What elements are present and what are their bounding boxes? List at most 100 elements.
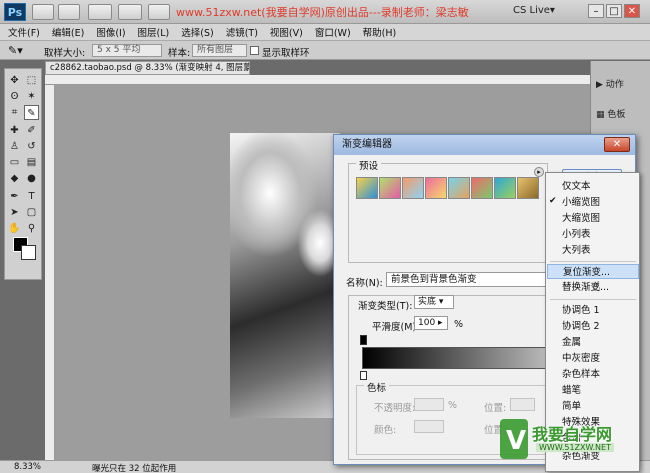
document-tab[interactable]: c28862.taobao.psd @ 8.33% (渐变映射 4, 图层蒙版/… <box>45 61 250 75</box>
title-bar: Ps www.51zxw.net(我要自学网)原创出品---录制老师：梁志敏 C… <box>0 0 650 24</box>
view-extras-button[interactable] <box>88 4 112 20</box>
menu-item-noise-samples[interactable]: 杂色样本 <box>547 367 639 382</box>
show-ring-checkbox[interactable] <box>250 46 259 55</box>
menu-item-reset-gradients[interactable]: 复位渐变... <box>547 264 639 279</box>
menu-select[interactable]: 选择(S) <box>181 25 213 39</box>
actions-panel-button[interactable]: ▶ 动作 <box>596 76 648 94</box>
menu-item-color-harmonies-1[interactable]: 协调色 1 <box>547 303 639 318</box>
move-tool-icon[interactable]: ✥ <box>7 73 22 88</box>
crop-tool-icon[interactable]: ⌗ <box>7 105 22 120</box>
watermark-text: www.51zxw.net(我要自学网)原创出品---录制老师：梁志敏 <box>176 6 469 19</box>
gradient-type-select[interactable]: 实底 ▾ <box>414 295 454 309</box>
stop-color-swatch[interactable] <box>414 420 444 433</box>
menu-bar: 文件(F) 编辑(E) 图像(I) 图层(L) 选择(S) 滤镜(T) 视图(V… <box>0 24 650 41</box>
preset-swatch[interactable] <box>517 177 539 199</box>
menu-item-small-list[interactable]: 小列表 <box>547 227 639 242</box>
horizontal-ruler <box>45 75 590 85</box>
hand-tool-icon[interactable]: ✋ <box>7 221 22 236</box>
logo-url: WWW.51ZXW.NET <box>536 443 614 452</box>
lasso-tool-icon[interactable]: ʘ <box>7 89 22 104</box>
eyedropper-tool-icon[interactable]: ✎ <box>24 105 39 120</box>
tools-panel: ✥ ⬚ ʘ ✶ ⌗ ✎ ✚ ✐ ♙ ↺ ▭ ▤ ◆ ● ✒ T ➤ ▢ ✋ ⚲ <box>4 68 42 280</box>
menu-view[interactable]: 视图(V) <box>270 25 303 39</box>
menu-file[interactable]: 文件(F) <box>8 25 40 39</box>
photoshop-logo: Ps <box>4 3 26 21</box>
history-brush-icon[interactable]: ↺ <box>24 139 39 154</box>
logo-text: 我要自学网 <box>532 425 613 444</box>
preset-swatch[interactable] <box>379 177 401 199</box>
opacity-stop-left[interactable] <box>360 335 367 345</box>
menu-item-large-thumbnail[interactable]: 大缩览图 <box>547 211 639 226</box>
stop-location-input[interactable] <box>510 398 535 411</box>
bridge-button[interactable] <box>32 4 54 20</box>
preset-swatch[interactable] <box>448 177 470 199</box>
blur-tool-icon[interactable]: ◆ <box>7 171 22 186</box>
show-ring-label: 显示取样环 <box>262 48 310 59</box>
menu-layer[interactable]: 图层(L) <box>138 25 170 39</box>
healing-brush-icon[interactable]: ✚ <box>7 123 22 138</box>
menu-item-color-harmonies-2[interactable]: 协调色 2 <box>547 319 639 334</box>
dialog-close-button[interactable]: ✕ <box>604 137 630 152</box>
sample-label: 样本: <box>168 48 191 59</box>
menu-item-text-only[interactable]: 仅文本 <box>547 179 639 194</box>
menu-item-neutral-density[interactable]: 中灰密度 <box>547 351 639 366</box>
preset-swatch[interactable] <box>425 177 447 199</box>
zoom-readout[interactable]: 8.33% <box>14 462 41 472</box>
presets-menu-arrow-icon[interactable]: ▸ <box>534 167 544 177</box>
brush-tool-icon[interactable]: ✐ <box>24 123 39 138</box>
menu-edit[interactable]: 编辑(E) <box>52 25 84 39</box>
eraser-tool-icon[interactable]: ▭ <box>7 155 22 170</box>
background-color-swatch[interactable] <box>21 245 36 260</box>
preset-swatch[interactable] <box>356 177 378 199</box>
menu-filter[interactable]: 滤镜(T) <box>226 25 258 39</box>
status-text: 曝光只在 32 位起作用 <box>92 464 177 473</box>
menu-window[interactable]: 窗口(W) <box>315 25 351 39</box>
sample-size-select[interactable]: 5 x 5 平均 <box>92 44 162 57</box>
sample-select[interactable]: 所有图层 <box>192 44 247 57</box>
menu-item-large-list[interactable]: 大列表 <box>547 243 639 258</box>
sample-size-label: 取样大小: <box>44 48 86 59</box>
stop-opacity-input[interactable] <box>414 398 444 411</box>
maximize-button[interactable]: □ <box>606 4 622 18</box>
marquee-tool-icon[interactable]: ⬚ <box>24 73 39 88</box>
minimize-button[interactable]: – <box>588 4 604 18</box>
minibridge-button[interactable] <box>58 4 80 20</box>
checkmark-icon: ✔ <box>549 196 557 206</box>
menu-item-pastels[interactable]: 蜡笔 <box>547 383 639 398</box>
type-tool-icon[interactable]: T <box>24 189 39 204</box>
swatches-label: 色板 <box>607 110 626 120</box>
eyedropper-icon[interactable]: ✎▾ <box>8 44 23 57</box>
menu-item-metals[interactable]: 金属 <box>547 335 639 350</box>
preset-swatch[interactable] <box>494 177 516 199</box>
menu-item-simple[interactable]: 简单 <box>547 399 639 414</box>
stop-color-label: 颜色: <box>374 425 397 436</box>
smoothness-input[interactable]: 100 ▸ <box>414 316 448 330</box>
presets-label: 预设 <box>356 158 382 172</box>
swatches-panel-button[interactable]: ▦ 色板 <box>596 106 648 124</box>
preset-swatch[interactable] <box>471 177 493 199</box>
cs-live-button[interactable]: CS Live▾ <box>513 5 555 16</box>
close-button[interactable]: ✕ <box>624 4 640 18</box>
gradient-tool-icon[interactable]: ▤ <box>24 155 39 170</box>
zoom-level-button[interactable] <box>118 4 142 20</box>
path-select-icon[interactable]: ➤ <box>7 205 22 220</box>
menu-item-small-thumbnail[interactable]: 小缩览图 <box>547 195 639 210</box>
shape-tool-icon[interactable]: ▢ <box>24 205 39 220</box>
gradient-type-value: 实底 <box>418 297 437 307</box>
menu-help[interactable]: 帮助(H) <box>363 25 397 39</box>
quick-select-icon[interactable]: ✶ <box>24 89 39 104</box>
dialog-title: 渐变编辑器 <box>334 135 635 155</box>
menu-image[interactable]: 图像(I) <box>96 25 125 39</box>
dodge-tool-icon[interactable]: ● <box>24 171 39 186</box>
mouse-cursor-icon: ☝ <box>592 279 601 295</box>
arrange-documents-button[interactable] <box>148 4 170 20</box>
pen-tool-icon[interactable]: ✒ <box>7 189 22 204</box>
zoom-tool-icon[interactable]: ⚲ <box>24 221 39 236</box>
gradient-name-input[interactable]: 前景色到背景色渐变 <box>386 272 546 287</box>
preset-swatch[interactable] <box>402 177 424 199</box>
color-stop-left[interactable] <box>360 371 367 380</box>
document-image[interactable] <box>230 133 340 418</box>
actions-label: 动作 <box>605 80 624 90</box>
clone-stamp-icon[interactable]: ♙ <box>7 139 22 154</box>
swatches-icon: ▦ <box>596 110 608 120</box>
